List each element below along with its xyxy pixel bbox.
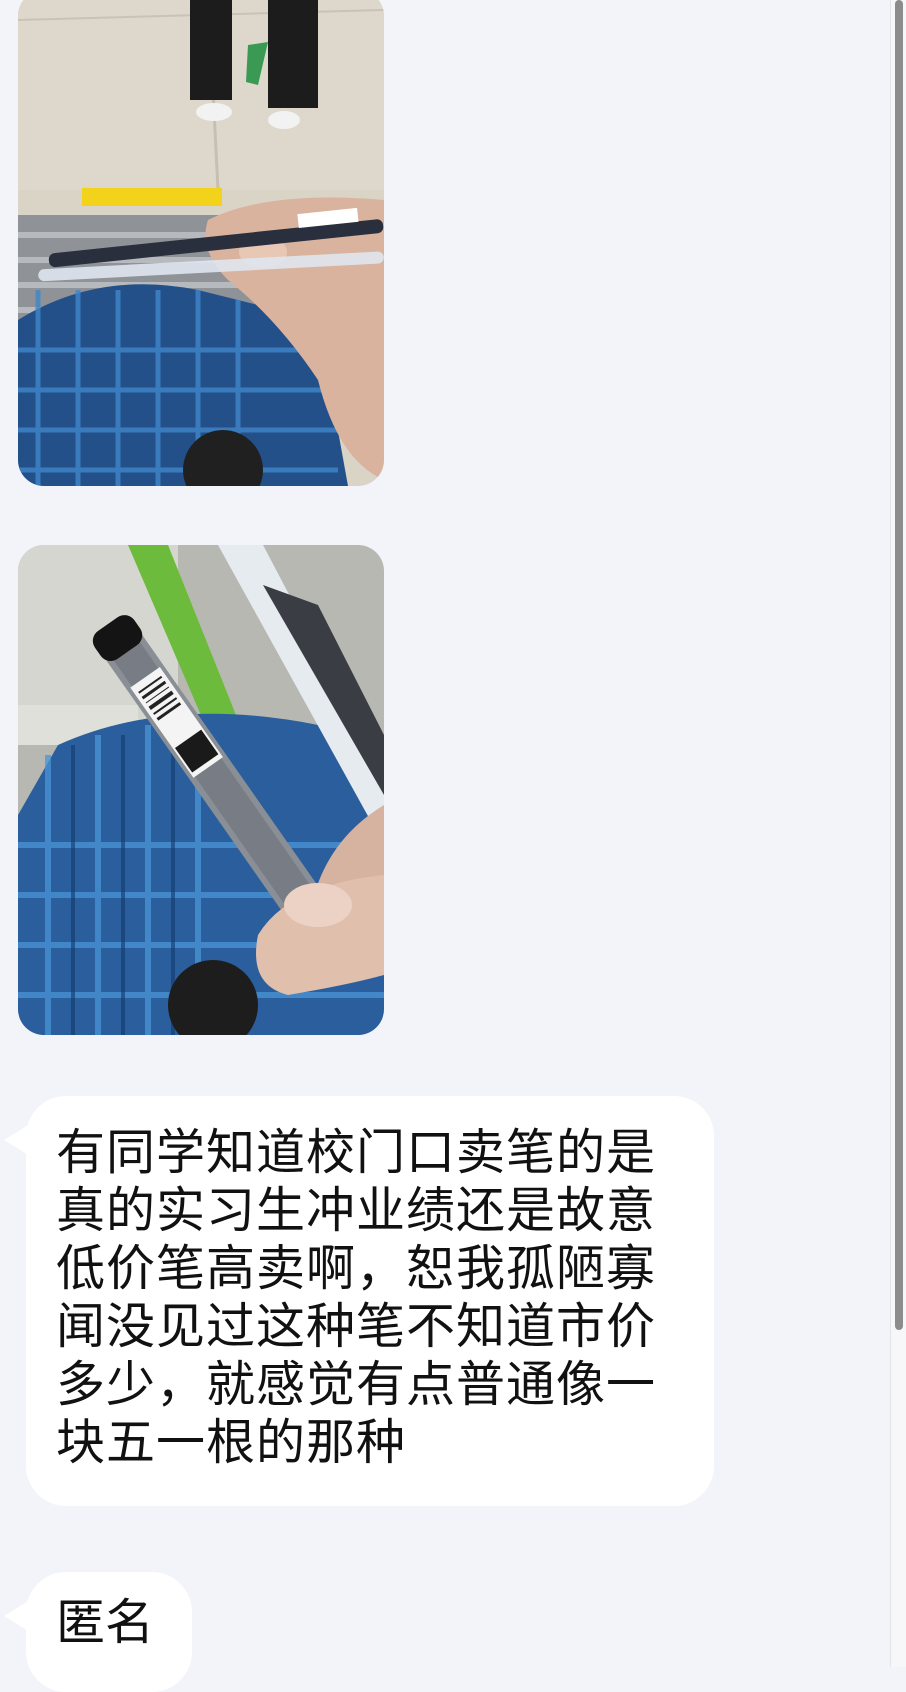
text-message-bubble[interactable]: 匿名: [26, 1572, 192, 1692]
message-text: 匿名: [56, 1594, 155, 1651]
image-message-pen-closeup[interactable]: [18, 545, 384, 1035]
text-message-bubble[interactable]: 有同学知道校门口卖笔的是真的实习生冲业绩还是故意低价笔高卖啊，恕我孤陋寡闻没见过…: [26, 1096, 714, 1506]
chat-area: 有同学知道校门口卖笔的是真的实习生冲业绩还是故意低价笔高卖啊，恕我孤陋寡闻没见过…: [0, 0, 890, 1692]
scrollbar-track[interactable]: [890, 0, 906, 1667]
message-text: 有同学知道校门口卖笔的是真的实习生冲业绩还是故意低价笔高卖啊，恕我孤陋寡闻没见过…: [56, 1124, 657, 1471]
photo-pen-on-platform: [18, 0, 384, 486]
scrollbar-thumb[interactable]: [895, 0, 903, 1330]
image-message-pen-on-platform[interactable]: [18, 0, 384, 486]
photo-pen-closeup: [18, 545, 384, 1035]
